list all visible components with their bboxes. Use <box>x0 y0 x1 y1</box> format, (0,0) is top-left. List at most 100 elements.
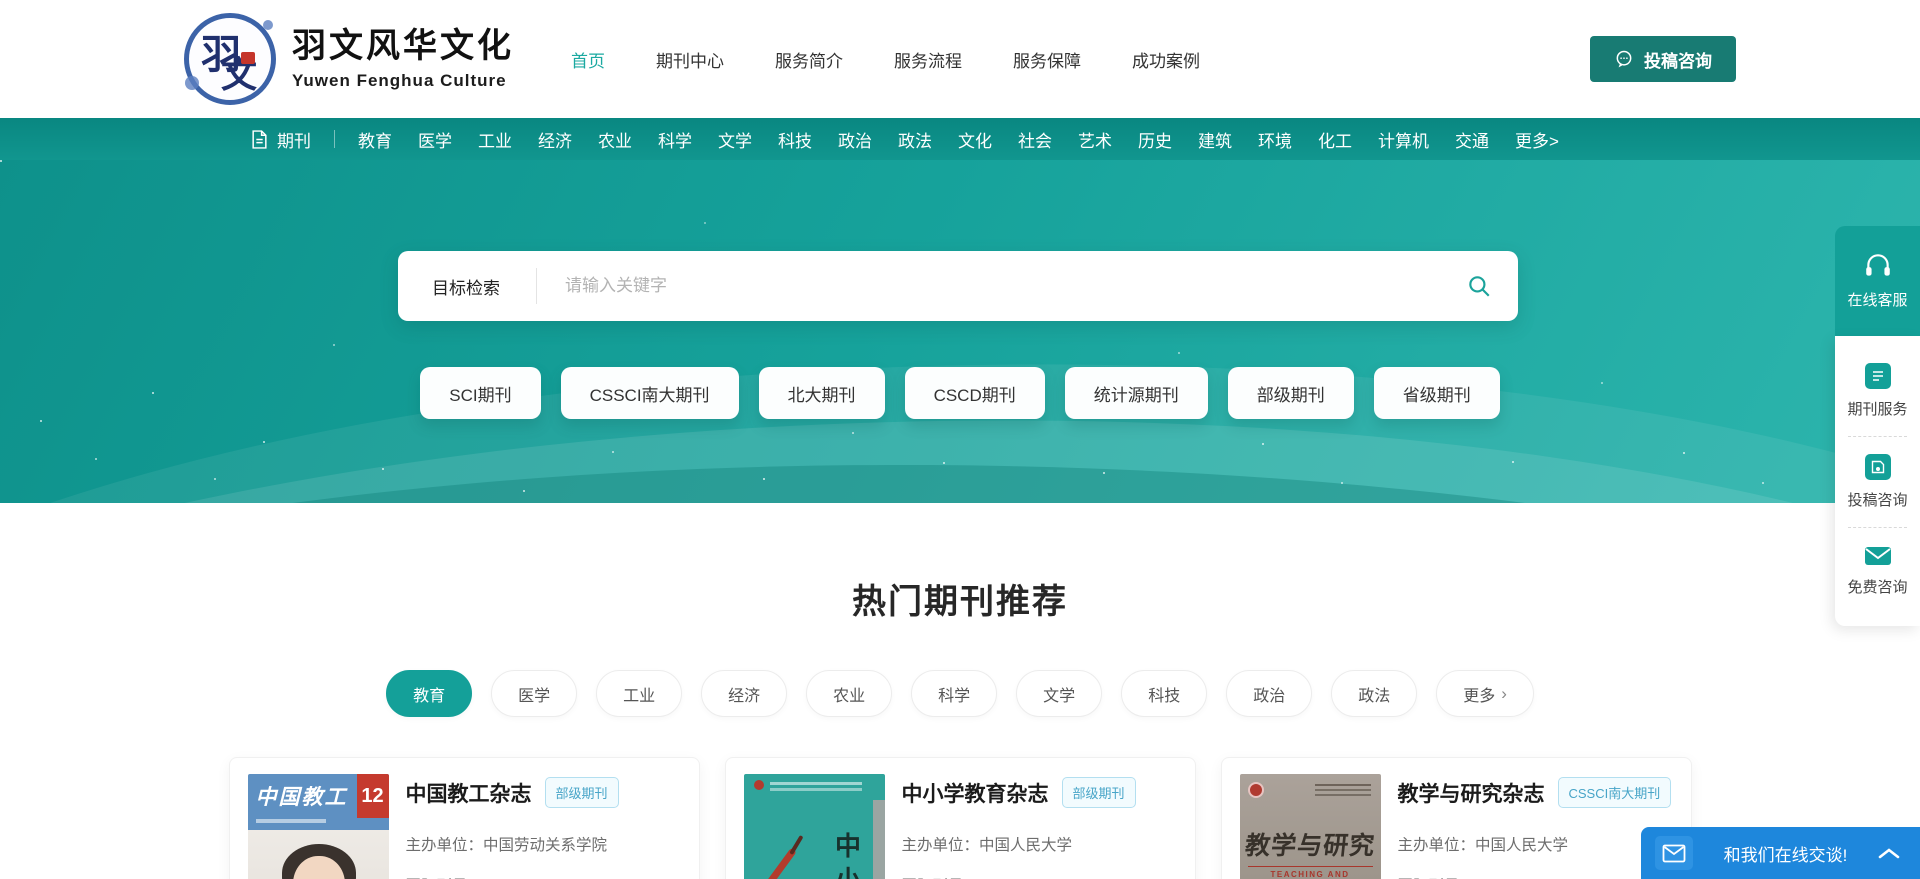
submit-consult-button[interactable]: 投稿咨询 <box>1590 36 1736 82</box>
hot-journals-section: 热门期刊推荐 教育 医学 工业 经济 农业 科学 文学 科技 政治 政法 更多 … <box>0 503 1920 879</box>
chat-bubble-icon <box>1614 49 1634 69</box>
emblem-seal <box>241 52 255 64</box>
journal-cover: 中国教工 12 <box>248 774 389 879</box>
category-link[interactable]: 文化 <box>958 127 992 152</box>
hero-star-dots <box>0 160 2 162</box>
category-link[interactable]: 经济 <box>538 127 572 152</box>
journal-cover: 中小学 <box>744 774 885 879</box>
category-bar: 期刊 教育 医学 工业 经济 农业 科学 文学 科技 政治 政法 文化 社会 艺… <box>0 118 1920 160</box>
category-link[interactable]: 政治 <box>838 127 872 152</box>
category-link[interactable]: 化工 <box>1318 127 1352 152</box>
panel-item-free-consult[interactable]: 免费咨询 <box>1835 528 1920 614</box>
journal-card[interactable]: 中国教工 12 中国教工杂志 部级期刊 主办单位：中国劳动关系学院 国际刊号：1… <box>229 757 700 879</box>
journal-issn: 国际刊号：0257-2826 <box>1398 874 1673 879</box>
journal-host: 主办单位：中国人民大学 <box>902 833 1177 855</box>
section-title: 热门期刊推荐 <box>0 574 1920 623</box>
journal-card[interactable]: 中小学 中小学教育杂志 部级期刊 主办单位：中国人民大学 国际刊号：1001-2… <box>725 757 1196 879</box>
cover-strip <box>873 800 885 879</box>
envelope-icon <box>1655 836 1693 870</box>
category-link[interactable]: 文学 <box>718 127 752 152</box>
cover-seal <box>754 780 764 790</box>
panel-item-journal-service[interactable]: 期刊服务 <box>1835 346 1920 436</box>
journal-card-row: 中国教工 12 中国教工杂志 部级期刊 主办单位：中国劳动关系学院 国际刊号：1… <box>0 757 1920 879</box>
category-link[interactable]: 交通 <box>1455 127 1489 152</box>
tab-agriculture[interactable]: 农业 <box>806 670 892 717</box>
category-link[interactable]: 环境 <box>1258 127 1292 152</box>
filter-statistical[interactable]: 统计源期刊 <box>1065 367 1208 419</box>
category-link[interactable]: 艺术 <box>1078 127 1112 152</box>
chevron-up-icon[interactable] <box>1878 847 1900 859</box>
journal-issn: 国际刊号：1004-1362 <box>406 874 681 879</box>
main-nav: 首页 期刊中心 服务简介 服务流程 服务保障 成功案例 <box>569 41 1202 78</box>
cover-brush-art <box>744 825 830 879</box>
brand-emblem-icon: 羽 文 <box>184 13 276 105</box>
tab-politics[interactable]: 政治 <box>1226 670 1312 717</box>
nav-item-home[interactable]: 首页 <box>569 41 607 78</box>
search-type-label: 目标检索 <box>398 274 536 299</box>
tab-law[interactable]: 政法 <box>1331 670 1417 717</box>
filter-cscd[interactable]: CSCD期刊 <box>905 367 1045 419</box>
search-input[interactable] <box>537 251 1466 321</box>
category-link[interactable]: 历史 <box>1138 127 1172 152</box>
brand-subtitle: Yuwen Fenghua Culture <box>292 71 514 91</box>
journal-title[interactable]: 教学与研究杂志 <box>1398 778 1545 808</box>
journal-card[interactable]: 教学与研究 TEACHING AND RESEARCH 教学与研究杂志 CSSC… <box>1221 757 1692 879</box>
nav-item-success-cases[interactable]: 成功案例 <box>1130 41 1202 78</box>
search-icon <box>1466 273 1492 299</box>
category-link[interactable]: 建筑 <box>1198 127 1232 152</box>
category-link[interactable]: 科学 <box>658 127 692 152</box>
tab-industry[interactable]: 工业 <box>596 670 682 717</box>
nav-item-service-guarantee[interactable]: 服务保障 <box>1011 41 1083 78</box>
tab-technology[interactable]: 科技 <box>1121 670 1207 717</box>
site-header: 羽 文 羽文风华文化 Yuwen Fenghua Culture 首页 期刊中心… <box>0 0 1920 118</box>
online-service-button[interactable]: 在线客服 <box>1835 226 1920 336</box>
tab-medicine[interactable]: 医学 <box>491 670 577 717</box>
journal-search-box: 目标检索 <box>398 251 1518 321</box>
nav-item-service-flow[interactable]: 服务流程 <box>892 41 964 78</box>
journal-host: 主办单位：中国人民大学 <box>1398 833 1673 855</box>
journal-doc-icon <box>251 130 268 149</box>
search-button[interactable] <box>1466 273 1492 299</box>
headset-icon <box>1863 252 1893 280</box>
live-chat-bar[interactable]: 和我们在线交谈! <box>1641 827 1920 879</box>
filter-sci[interactable]: SCI期刊 <box>420 367 540 419</box>
chevron-right-icon: › <box>1501 685 1507 702</box>
filter-provincial[interactable]: 省级期刊 <box>1374 367 1500 419</box>
journal-level-badge: CSSCI南大期刊 <box>1558 777 1672 808</box>
category-link[interactable]: 工业 <box>478 127 512 152</box>
nav-item-service-intro[interactable]: 服务简介 <box>773 41 845 78</box>
journal-title[interactable]: 中国教工杂志 <box>406 778 532 808</box>
category-link[interactable]: 教育 <box>358 127 392 152</box>
journal-host: 主办单位：中国劳动关系学院 <box>406 833 681 855</box>
tab-more[interactable]: 更多 › <box>1436 670 1534 717</box>
tab-education[interactable]: 教育 <box>386 670 472 717</box>
journal-cover: 教学与研究 TEACHING AND RESEARCH <box>1240 774 1381 879</box>
tab-literature[interactable]: 文学 <box>1016 670 1102 717</box>
cover-subline <box>256 819 326 823</box>
category-link[interactable]: 医学 <box>418 127 452 152</box>
category-link[interactable]: 科技 <box>778 127 812 152</box>
cover-subline <box>770 782 862 785</box>
emblem-ornament <box>185 76 199 90</box>
category-links: 教育 医学 工业 经济 农业 科学 文学 科技 政治 政法 文化 社会 艺术 历… <box>358 127 1559 152</box>
hero-banner: 目标检索 SCI期刊 CSSCI南大期刊 北大期刊 CSCD期刊 统计源期刊 部… <box>0 160 1920 503</box>
cover-vertical-title: 中小学 <box>828 832 865 879</box>
panel-item-submit-consult[interactable]: 投稿咨询 <box>1835 437 1920 527</box>
brand-logo[interactable]: 羽 文 羽文风华文化 Yuwen Fenghua Culture <box>184 13 514 105</box>
filter-ministerial[interactable]: 部级期刊 <box>1228 367 1354 419</box>
journal-home-link[interactable]: 期刊 <box>251 127 311 152</box>
brand-title: 羽文风华文化 <box>292 27 514 66</box>
nav-item-journal-center[interactable]: 期刊中心 <box>654 41 726 78</box>
filter-cssci[interactable]: CSSCI南大期刊 <box>561 367 739 419</box>
category-more-link[interactable]: 更多> <box>1515 127 1559 152</box>
journal-title[interactable]: 中小学教育杂志 <box>902 778 1049 808</box>
journal-level-badge: 部级期刊 <box>1062 777 1136 808</box>
tab-science[interactable]: 科学 <box>911 670 997 717</box>
tab-economy[interactable]: 经济 <box>701 670 787 717</box>
category-link[interactable]: 农业 <box>598 127 632 152</box>
category-link[interactable]: 政法 <box>898 127 932 152</box>
category-link[interactable]: 计算机 <box>1378 127 1429 152</box>
cover-subline <box>1315 784 1371 786</box>
filter-beida[interactable]: 北大期刊 <box>759 367 885 419</box>
category-link[interactable]: 社会 <box>1018 127 1052 152</box>
